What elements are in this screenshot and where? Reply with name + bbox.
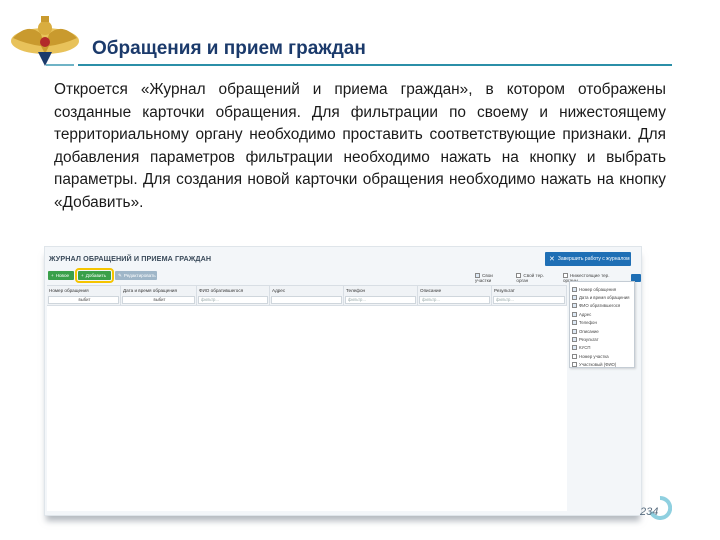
column-header[interactable]: Адрес [270, 286, 344, 305]
column-header[interactable]: Результат фильтр... [492, 286, 567, 305]
slide-title: Обращения и прием граждан [92, 38, 366, 59]
slide-body-text: Откроется «Журнал обращений и приема гра… [54, 81, 666, 211]
column-menu-label: Результат [579, 337, 599, 343]
checkbox-icon [572, 303, 577, 309]
column-filter-input[interactable]: фильтр... [198, 296, 268, 304]
column-menu-item[interactable]: Телефон [572, 319, 632, 327]
checkbox-icon [572, 328, 577, 334]
new-button-label: Новое [55, 273, 70, 278]
edit-button-label: Редактировать [123, 273, 156, 278]
add-button[interactable]: + Добавить [75, 268, 114, 283]
close-journal-button[interactable]: ✕ Завершить работу с журналом [545, 252, 631, 266]
checkbox-icon [572, 337, 577, 343]
add-button-label: Добавить [85, 273, 106, 278]
journal-title: ЖУРНАЛ ОБРАЩЕНИЙ И ПРИЕМА ГРАЖДАН [49, 254, 212, 263]
journal-grid-header: Номер обращения выбит Дата и время обращ… [47, 285, 567, 306]
column-menu-label: Описание [579, 328, 599, 334]
close-journal-label: Завершить работу с журналом [557, 256, 630, 262]
column-menu-label: Номер участка [579, 353, 609, 359]
column-filter-input[interactable]: фильтр... [345, 296, 416, 304]
column-menu-label: ФИО обратившегося [579, 303, 621, 309]
journal-grid-body [47, 306, 567, 511]
journal-screenshot: ЖУРНАЛ ОБРАЩЕНИЙ И ПРИЕМА ГРАЖДАН ✕ Заве… [44, 246, 642, 516]
column-menu-item[interactable]: Результат [572, 335, 632, 343]
pencil-icon: ✎ [118, 272, 122, 278]
column-filter-input[interactable]: выбит [48, 296, 119, 304]
column-menu-item[interactable]: ФИО обратившегося [572, 302, 632, 310]
column-menu-label: Номер обращения [579, 286, 617, 292]
column-menu-item[interactable]: КУСП [572, 344, 632, 352]
column-label: Результат [494, 288, 515, 293]
column-menu-label: Телефон [579, 320, 597, 326]
column-header[interactable]: Телефон фильтр... [344, 286, 418, 305]
title-divider [78, 64, 672, 66]
column-label: Описание [420, 288, 442, 293]
column-menu-dropdown: Номер обращения Дата и время обращения Ф… [569, 281, 635, 368]
column-menu-item[interactable]: Номер участка [572, 352, 632, 360]
page-number: 234 [640, 506, 659, 518]
checkbox-icon [572, 295, 577, 301]
new-button[interactable]: + Новое [48, 271, 74, 280]
column-menu-label: Адрес [579, 311, 592, 317]
column-label: Адрес [272, 288, 286, 293]
column-label: ФИО обратившегося [199, 288, 244, 293]
column-menu-item[interactable]: Номер обращения [572, 285, 632, 293]
column-filter-input[interactable]: выбит [122, 296, 195, 304]
checkbox-icon [572, 320, 577, 326]
column-header[interactable]: Дата и время обращения выбит [121, 286, 197, 305]
checkbox-icon [572, 353, 577, 359]
column-label: Телефон [346, 288, 366, 293]
column-label: Номер обращения [49, 288, 89, 293]
column-header[interactable]: Описание фильтр... [418, 286, 492, 305]
plus-icon: + [51, 273, 54, 278]
column-menu-item[interactable]: Дата и время обращения [572, 293, 632, 301]
checkbox-icon [572, 345, 577, 351]
close-icon: ✕ [549, 256, 555, 263]
title-divider-left [46, 64, 74, 66]
column-filter-input[interactable] [271, 296, 342, 304]
column-menu-label: Дата и время обращения [579, 295, 630, 301]
own-area-filter[interactable]: Свои участки [475, 273, 509, 283]
plus-icon: + [81, 273, 84, 278]
column-filter-input[interactable]: фильтр... [493, 296, 565, 304]
checkbox-icon [572, 362, 577, 368]
column-label: Дата и время обращения [123, 288, 177, 293]
column-header[interactable]: ФИО обратившегося фильтр... [197, 286, 270, 305]
column-menu-item[interactable]: Участковый (ФИО) [572, 361, 632, 369]
column-filter-input[interactable]: фильтр... [419, 296, 490, 304]
column-menu-item[interactable]: Описание [572, 327, 632, 335]
column-menu-label: Участковый (ФИО) [579, 362, 617, 368]
column-header[interactable]: Номер обращения выбит [47, 286, 121, 305]
own-org-filter[interactable]: Свой тер. орган [516, 273, 556, 283]
checkbox-icon [572, 311, 577, 317]
column-menu-label: КУСП [579, 345, 591, 351]
column-menu-item[interactable]: Адрес [572, 310, 632, 318]
checkbox-icon [572, 286, 577, 292]
eagle-emblem-icon [11, 16, 79, 66]
journal-toolbar: + Новое + Добавить ✎ Редактировать [48, 268, 157, 283]
edit-button[interactable]: ✎ Редактировать [115, 271, 157, 280]
